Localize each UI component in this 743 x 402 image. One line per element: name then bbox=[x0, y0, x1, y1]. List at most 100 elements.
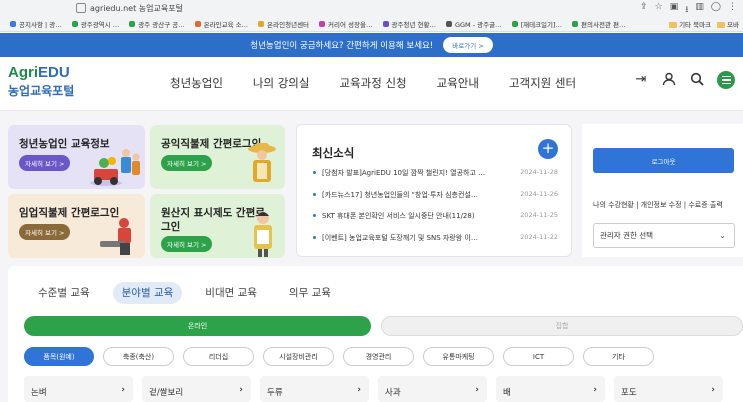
course-section: 수준별 교육 분야별 교육 비대면 교육 의무 교육 온라인 집합 품목(원예)… bbox=[8, 266, 743, 402]
nav-course-apply[interactable]: 교육과정 신청 bbox=[339, 75, 406, 91]
bookmark-favicon-icon bbox=[511, 20, 518, 27]
pill-facility[interactable]: 시설장비관리 bbox=[263, 347, 334, 366]
bookmark-favicon-icon bbox=[71, 20, 78, 27]
chainsaw-worker-illustration bbox=[100, 218, 131, 255]
tab-field-edu[interactable]: 분야별 교육 bbox=[112, 282, 183, 304]
bookmark-item[interactable]: 편의사전관 편… bbox=[572, 19, 626, 29]
news-item[interactable]: [당첨자 발표]AgriEDU 10일 깜짝 챌린지! 열공하고 … 2024-1… bbox=[313, 168, 558, 178]
chevron-right-icon: › bbox=[239, 385, 243, 395]
nav-edu-info[interactable]: 교육안내 bbox=[437, 75, 479, 91]
account-links[interactable]: 나의 수강현황 | 개인정보 수정 | 수료증 출력 bbox=[593, 200, 723, 210]
news-item[interactable]: [이벤트] 농업교육포털 도장깨기 및 SNS 자랑왕 이… 2024-11-22 bbox=[313, 233, 558, 243]
bookmark-favicon-icon bbox=[445, 20, 452, 27]
user-icon[interactable] bbox=[661, 72, 677, 88]
nav-support-center[interactable]: 고객지원 센터 bbox=[509, 75, 576, 91]
course-tabs: 수준별 교육 분야별 교육 비대면 교육 의무 교육 bbox=[29, 282, 354, 304]
bookmark-favicon-icon bbox=[10, 20, 16, 27]
news-title: 최신소식 bbox=[312, 146, 355, 160]
bookmark-item[interactable]: 커리어 성장을… bbox=[319, 19, 373, 29]
card-more-button[interactable]: 자세히 보기 > bbox=[161, 236, 213, 252]
news-more-plus-icon[interactable]: + bbox=[538, 139, 558, 159]
bookmark-favicon-icon bbox=[382, 20, 389, 27]
bookmark-label: 편의사전관 편… bbox=[581, 20, 626, 29]
nav-young-farmer[interactable]: 청년농업인 bbox=[170, 75, 223, 91]
bookmark-label: 온라인교육 소… bbox=[203, 20, 249, 29]
tab-remote-edu[interactable]: 비대면 교육 bbox=[196, 282, 266, 304]
category-item[interactable]: 포도 › bbox=[614, 376, 723, 402]
account-panel: 로그아웃 나의 수강현황 | 개인정보 수정 | 수료증 출력 관리자 권한 선… bbox=[582, 124, 743, 257]
news-panel: 최신소식 + [당첨자 발표]AgriEDU 10일 깜짝 챌린지! 열공하고 … bbox=[296, 124, 572, 257]
card-more-button[interactable]: 자세히 보기 > bbox=[161, 155, 213, 171]
category-item[interactable]: 논벼 › bbox=[24, 376, 133, 402]
bookmark-label: 광주청년 현황… bbox=[391, 20, 436, 29]
bookmark-item[interactable]: GGM - 광주글… bbox=[445, 19, 502, 29]
search-icon[interactable] bbox=[689, 72, 705, 88]
card-more-button[interactable]: 자세히 보기 > bbox=[19, 155, 71, 171]
card-young-farmer-edu[interactable]: 청년농업인 교육정보 자세히 보기 > bbox=[8, 125, 145, 189]
farmers-illustration bbox=[90, 149, 140, 186]
category-item[interactable]: 사과 › bbox=[378, 376, 487, 402]
bookmark-favicon-icon bbox=[572, 20, 579, 27]
bookmarks-right: 기타 북마크 모바 bbox=[669, 19, 739, 29]
card-public-payment-login[interactable]: 공익직불제 간편로그인 자세히 보기 > bbox=[150, 125, 285, 189]
admin-role-select[interactable]: 관리자 권한 선택 ⌄ bbox=[593, 223, 735, 248]
card-forestry-payment-login[interactable]: 임업직불제 간편로그인 자세히 보기 > bbox=[8, 194, 145, 258]
bookmark-favicon-icon bbox=[194, 20, 201, 27]
bookmark-label: 광주광역시 … bbox=[80, 20, 120, 29]
pill-etc[interactable]: 기타 bbox=[583, 347, 654, 366]
bookmark-item[interactable]: 광주 광산구 공… bbox=[129, 19, 185, 29]
offline-toggle-button[interactable]: 집합 bbox=[381, 316, 743, 336]
chevron-right-icon: › bbox=[711, 385, 715, 395]
news-item[interactable]: SKT 휴대폰 본인확인 서비스 일시중단 안내(11/28) 2024-11-2… bbox=[313, 211, 558, 221]
url-text: agriedu.net 농업교육포털 bbox=[90, 3, 183, 13]
bookmark-item[interactable]: [재테크일기]… bbox=[511, 19, 562, 29]
pill-management[interactable]: 경영관리 bbox=[343, 347, 414, 366]
category-item[interactable]: 두류 › bbox=[260, 376, 369, 402]
bookmark-label: 광주 광산구 공… bbox=[138, 20, 185, 29]
chevron-right-icon: › bbox=[121, 385, 125, 395]
bookmark-folder[interactable]: 모바 bbox=[717, 19, 739, 29]
online-toggle-button[interactable]: 온라인 bbox=[24, 316, 371, 336]
folder-icon bbox=[717, 22, 726, 28]
chevron-right-icon: › bbox=[475, 385, 479, 395]
news-item[interactable]: [카드뉴스17] 청년농업인들의 "창업·투자 심층컨설… 2024-11-26 bbox=[313, 190, 558, 200]
site-info-icon[interactable] bbox=[76, 3, 86, 13]
bookmark-item[interactable]: 공지사항 | 광… bbox=[10, 19, 62, 29]
nav-my-classroom[interactable]: 나의 강의실 bbox=[253, 75, 310, 91]
site-logo[interactable]: AgriEDU 농업교육포털 bbox=[8, 64, 74, 99]
category-pills: 품목(원예) 축종(축산) 리더십 시설장비관리 경영관리 유통마케팅 ICT … bbox=[24, 347, 663, 366]
header-icons: ⇥ bbox=[633, 71, 735, 89]
logout-button[interactable]: 로그아웃 bbox=[593, 148, 734, 173]
bookmark-folder[interactable]: 기타 북마크 bbox=[669, 19, 711, 29]
chevron-right-icon: › bbox=[593, 385, 597, 395]
pill-marketing[interactable]: 유통마케팅 bbox=[423, 347, 494, 366]
category-list: 논벼 › 겉/쌀보리 › 두류 › 사과 › 배 › 포도 › bbox=[24, 376, 723, 402]
pill-horticulture[interactable]: 품목(원예) bbox=[24, 347, 94, 366]
address-bar[interactable]: agriedu.net 농업교육포털 ⇪ ☆ ▣ ⭳ ▥ ◯ ⋮ bbox=[0, 0, 743, 16]
bookmark-item[interactable]: 광주청년 현황… bbox=[382, 19, 436, 29]
folder-icon bbox=[669, 22, 678, 28]
card-origin-label-login[interactable]: 원산지 표시제도 간편로그인 자세히 보기 > bbox=[150, 194, 285, 258]
bookmark-item[interactable]: 온라인청년센터 bbox=[258, 19, 309, 29]
category-item[interactable]: 배 › bbox=[496, 376, 605, 402]
tab-mandatory-edu[interactable]: 의무 교육 bbox=[280, 282, 340, 304]
banner-go-button[interactable]: 바로가기 > bbox=[443, 37, 493, 53]
bookmark-item[interactable]: 광주광역시 … bbox=[71, 19, 120, 29]
pill-livestock[interactable]: 축종(축산) bbox=[103, 347, 174, 366]
card-more-button[interactable]: 자세히 보기 > bbox=[19, 224, 71, 240]
tab-level-edu[interactable]: 수준별 교육 bbox=[29, 282, 99, 304]
menu-icon[interactable] bbox=[717, 71, 735, 89]
bookmark-label: 커리어 성장을… bbox=[328, 20, 373, 29]
pill-leadership[interactable]: 리더십 bbox=[183, 347, 254, 366]
category-item[interactable]: 겉/쌀보리 › bbox=[142, 376, 251, 402]
farmer-illustration bbox=[248, 143, 276, 182]
bookmark-folder-label: 기타 북마크 bbox=[679, 21, 712, 29]
login-icon[interactable]: ⇥ bbox=[633, 72, 649, 88]
bookmark-item[interactable]: 온라인교육 소… bbox=[194, 19, 249, 29]
chevron-right-icon: › bbox=[357, 385, 361, 395]
pill-ict[interactable]: ICT bbox=[503, 347, 574, 366]
top-banner: 청년농업인이 궁금하세요? 간편하게 이용해 보세요! 바로가기 > bbox=[0, 33, 743, 57]
bookmark-label: GGM - 광주글… bbox=[454, 20, 502, 29]
inspector-illustration bbox=[254, 212, 272, 257]
bookmark-label: 온라인청년센터 bbox=[267, 20, 310, 29]
